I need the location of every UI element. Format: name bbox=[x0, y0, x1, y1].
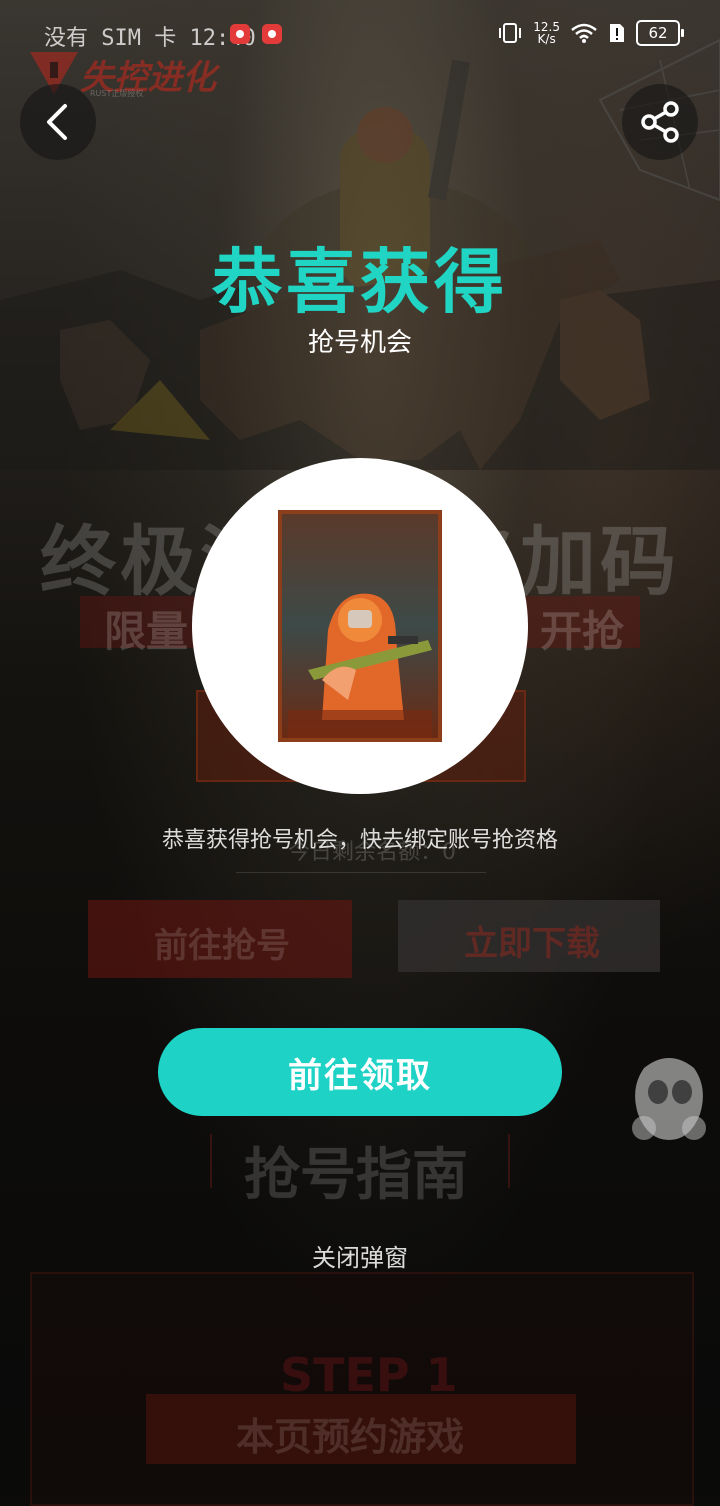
back-button[interactable] bbox=[20, 84, 96, 160]
gas-mask-icon bbox=[632, 1058, 706, 1140]
background-logo-subtext: RUST正版授权 bbox=[90, 89, 144, 98]
claim-button[interactable]: 前往领取 bbox=[158, 1028, 562, 1116]
network-speed: 12.5 K/s bbox=[533, 21, 560, 45]
vibrate-icon bbox=[499, 23, 522, 43]
background-grab-label: 前往抢号 bbox=[154, 926, 290, 966]
status-carrier-time: 没有 SIM 卡 12:40 bbox=[44, 26, 256, 51]
background-sub-left: 限量 bbox=[104, 607, 189, 656]
sim-alert-icon bbox=[610, 24, 624, 42]
congrats-title: 恭喜获得 bbox=[212, 241, 508, 323]
background-step-text: 本页预约游戏 bbox=[236, 1415, 465, 1459]
share-button[interactable] bbox=[622, 84, 698, 160]
background-download-label: 立即下载 bbox=[464, 924, 600, 964]
notification-app-icon bbox=[230, 24, 250, 44]
reward-subtitle: 抢号机会 bbox=[307, 328, 412, 358]
background-download-button: 立即下载 bbox=[398, 900, 660, 972]
background-grab-button: 前往抢号 bbox=[88, 900, 352, 978]
background-divider bbox=[236, 872, 486, 873]
prize-card-image bbox=[278, 510, 442, 742]
wifi-icon bbox=[571, 23, 597, 43]
battery-indicator: 62 bbox=[636, 20, 684, 46]
background-sub-right: 开抢 bbox=[540, 607, 625, 656]
share-icon bbox=[641, 101, 679, 143]
close-popup-link[interactable]: 关闭弹窗 bbox=[0, 1238, 720, 1273]
reward-message: 恭喜获得抢号机会，快去绑定账号抢资格 bbox=[161, 828, 558, 853]
notification-app-icon bbox=[262, 24, 282, 44]
back-arrow-icon bbox=[47, 104, 67, 140]
background-guide-title: 抢号指南 bbox=[244, 1143, 468, 1208]
status-bar: 没有 SIM 卡 12:40 12.5 K/s 62 bbox=[0, 0, 720, 66]
network-speed-unit: K/s bbox=[537, 32, 556, 46]
status-right-group: 12.5 K/s 62 bbox=[497, 18, 684, 48]
